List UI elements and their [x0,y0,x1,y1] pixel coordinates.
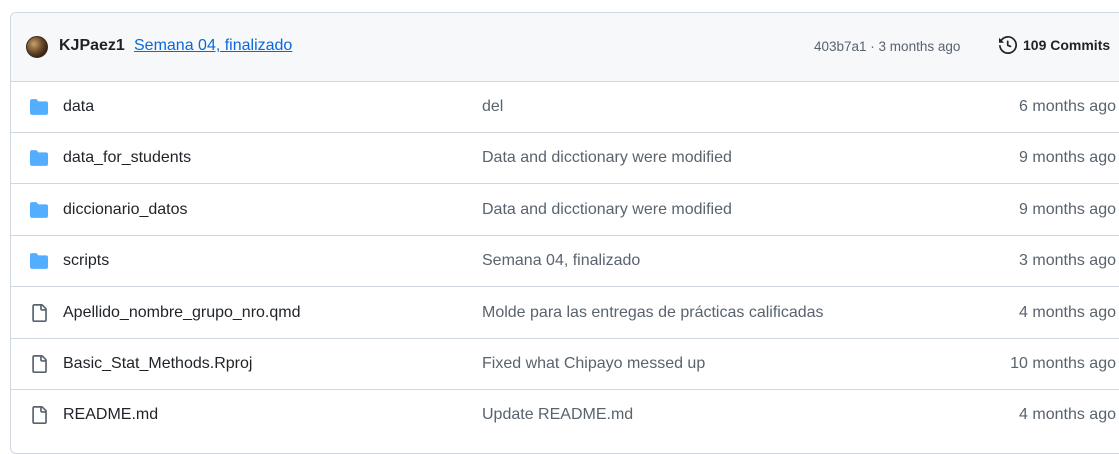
commit-message-link[interactable]: del [482,98,503,116]
commit-message-link[interactable]: Molde para las entregas de prácticas cal… [482,304,824,322]
file-name-link[interactable]: Apellido_nombre_grupo_nro.qmd [63,304,301,322]
latest-commit-bar: KJPaez1 Semana 04, finalizado 403b7a1 · … [11,13,1119,82]
commits-count: 109 Commits [1023,37,1111,53]
file-row[interactable]: Apellido_nombre_grupo_nro.qmd Molde para … [11,288,1119,339]
commit-message-link[interactable]: Semana 04, finalizado [482,252,640,270]
file-row[interactable]: data_for_students Data and dicctionary we… [11,133,1119,185]
folder-icon [29,149,49,167]
file-icon [29,406,49,425]
file-row[interactable]: scripts Semana 04, finalizado 3 months ago [11,236,1119,288]
commit-author[interactable]: KJPaez1 [59,37,125,55]
commit-message-link[interactable]: Semana 04, finalizado [134,37,292,55]
file-name-link[interactable]: README.md [63,406,158,424]
commit-time: 4 months ago [1019,303,1116,321]
commit-time: 9 months ago [1019,149,1116,167]
history-icon [999,36,1017,54]
file-icon [29,303,49,322]
commit-time: 6 months ago [1019,98,1116,115]
commits-history-button[interactable]: 109 Commits [999,36,1110,54]
file-name-link[interactable]: diccionario_datos [63,201,188,219]
commit-hash-time[interactable]: 403b7a1 · 3 months ago [814,39,960,54]
avatar[interactable] [26,36,48,58]
folder-icon [29,252,49,270]
commit-time: 4 months ago [1019,406,1116,424]
file-row[interactable]: diccionario_datos Data and dicctionary we… [11,185,1119,236]
folder-icon [29,98,49,116]
folder-icon [29,201,49,219]
file-row[interactable]: README.md Update README.md 4 months ago [11,390,1119,441]
file-browser: KJPaez1 Semana 04, finalizado 403b7a1 · … [10,12,1119,454]
commit-message-link[interactable]: Data and dicctionary were modified [482,149,732,167]
file-row[interactable]: data del 6 months ago [11,82,1119,133]
commit-time: 3 months ago [1019,252,1116,270]
commit-message-link[interactable]: Update README.md [482,406,633,424]
file-icon [29,355,49,373]
file-row[interactable]: Basic_Stat_Methods.Rproj Fixed what Chipa… [11,339,1119,390]
file-name-link[interactable]: data_for_students [63,149,191,167]
commit-time: 10 months ago [1010,355,1116,372]
commit-message-link[interactable]: Fixed what Chipayo messed up [482,355,705,373]
file-name-link[interactable]: data [63,98,94,116]
file-name-link[interactable]: scripts [63,252,109,270]
file-name-link[interactable]: Basic_Stat_Methods.Rproj [63,355,252,373]
commit-time: 9 months ago [1019,200,1116,218]
commit-message-link[interactable]: Data and dicctionary were modified [482,201,732,219]
